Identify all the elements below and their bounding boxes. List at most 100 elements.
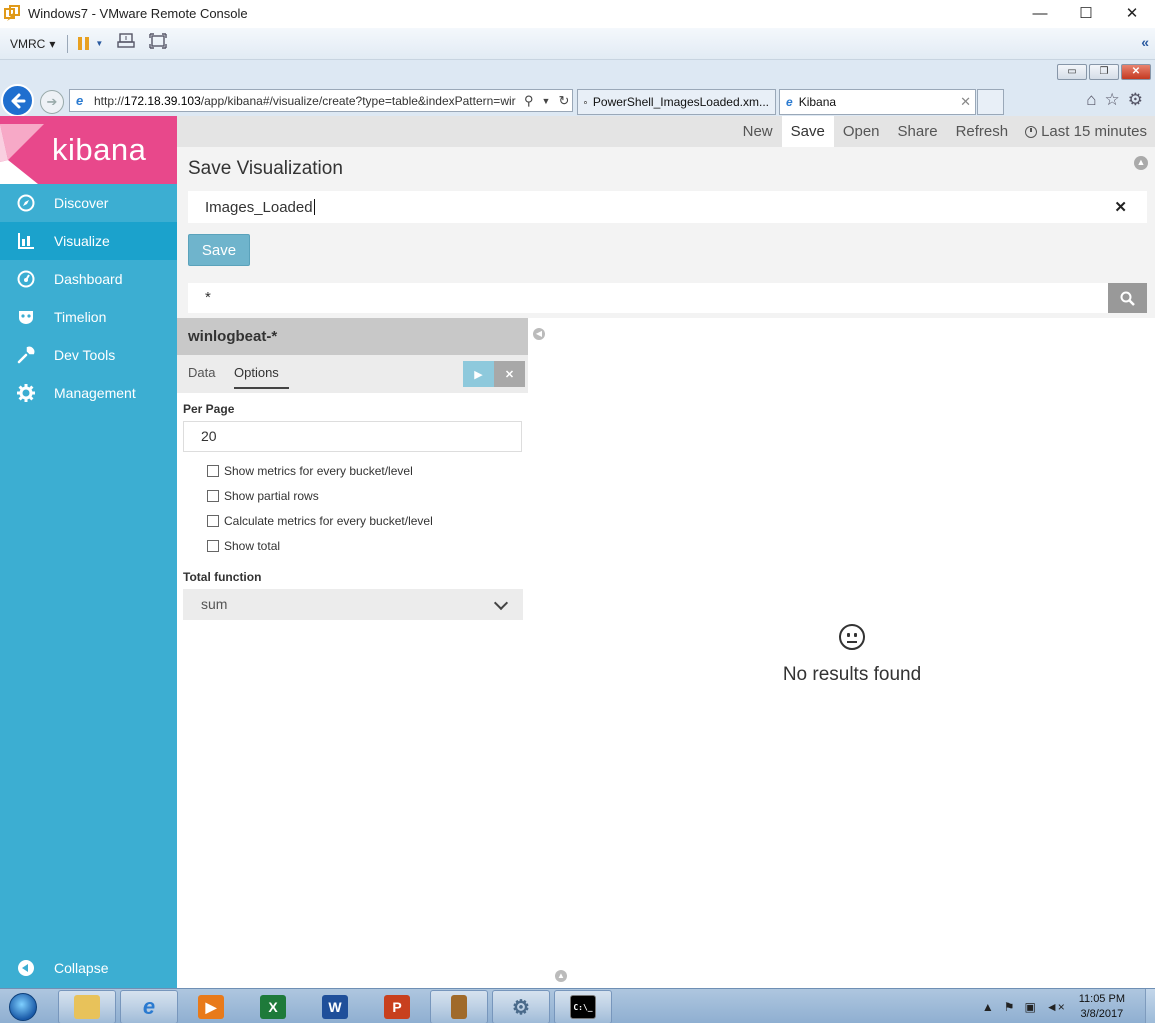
show-partial-rows-checkbox-row[interactable]: Show partial rows	[207, 489, 319, 503]
volume-muted-icon[interactable]: ◄×	[1046, 1000, 1065, 1014]
sidebar-item-visualize[interactable]: Visualize	[0, 222, 177, 260]
taskbar-ie-button[interactable]: e	[120, 990, 178, 1023]
new-tab-button[interactable]	[977, 89, 1004, 115]
action-center-flag-icon[interactable]: ⚑	[1004, 1000, 1015, 1014]
sidebar-item-discover[interactable]: Discover	[0, 184, 177, 222]
kibana-top-nav: New Save Open Share Refresh Last 15 minu…	[177, 116, 1155, 147]
network-icon[interactable]: ▣	[1024, 1000, 1035, 1014]
show-metrics-checkbox-row[interactable]: Show metrics for every bucket/level	[207, 464, 413, 478]
save-nav-button[interactable]: Save	[781, 116, 834, 147]
search-query-input[interactable]: *	[188, 283, 1108, 313]
toolbar-divider	[67, 34, 69, 53]
ie-close-button[interactable]: ✕	[1121, 64, 1151, 80]
checkbox[interactable]	[207, 515, 219, 527]
gears-icon: ⚙	[512, 996, 530, 1019]
save-button[interactable]: Save	[188, 234, 250, 266]
search-submit-button[interactable]	[1108, 283, 1147, 313]
apply-changes-play-icon[interactable]: ▶	[463, 361, 494, 387]
close-tab-icon[interactable]: ✕	[960, 94, 971, 110]
minimize-button[interactable]: —	[1017, 0, 1063, 26]
gear-icon	[16, 383, 36, 403]
checkbox-label: Show total	[224, 539, 281, 553]
vmrc-toolbar: VMRC ▾ ▼ «	[0, 28, 1155, 60]
collapse-editor-chevron-left-icon[interactable]: ◀	[533, 328, 545, 340]
pause-icon[interactable]	[78, 37, 90, 50]
url-text[interactable]: http://172.18.39.103/app/kibana#/visuali…	[94, 94, 518, 108]
refresh-icon[interactable]: ↻	[558, 93, 569, 109]
taskbar-media-player-button[interactable]: ▶	[182, 990, 240, 1023]
fullscreen-icon[interactable]	[149, 33, 167, 54]
checkbox[interactable]	[207, 465, 219, 477]
collapse-sidebar-button[interactable]: Collapse	[0, 956, 108, 980]
sidebar-item-dev-tools[interactable]: Dev Tools	[0, 336, 177, 374]
forward-button[interactable]: ➔	[40, 90, 64, 114]
taskbar-archive-button[interactable]	[430, 990, 488, 1023]
dashboard-gauge-icon	[16, 269, 36, 289]
close-panel-chevron-up-icon[interactable]: ▲	[1134, 156, 1148, 170]
time-picker-button[interactable]: Last 15 minutes	[1017, 123, 1155, 140]
taskbar-explorer-button[interactable]	[58, 990, 116, 1023]
taskbar-excel-button[interactable]: X	[244, 990, 302, 1023]
checkbox[interactable]	[207, 540, 219, 552]
tab-kibana[interactable]: e Kibana ✕	[779, 89, 976, 115]
search-icon[interactable]: ⚲	[524, 93, 534, 109]
time-range-label: Last 15 minutes	[1041, 123, 1147, 140]
windows-taskbar: e ▶ X W P ⚙ C:\_ ▲ ⚑ ▣ ◄× 11:05 PM 3/8/2…	[0, 988, 1155, 1023]
favorites-star-icon[interactable]: ☆	[1105, 90, 1120, 110]
ie-window-controls: ▭ ❐ ✕	[1057, 64, 1151, 80]
sidebar-item-dashboard[interactable]: Dashboard	[0, 260, 177, 298]
sidebar-item-timelion[interactable]: Timelion	[0, 298, 177, 336]
total-function-label: Total function	[183, 570, 262, 584]
ie-minimize-button[interactable]: ▭	[1057, 64, 1087, 80]
system-clock[interactable]: 11:05 PM 3/8/2017	[1079, 992, 1125, 1022]
expand-bottom-chevron-up-icon[interactable]: ▲	[555, 970, 567, 982]
back-button[interactable]	[1, 84, 34, 117]
home-icon[interactable]: ⌂	[1086, 90, 1096, 110]
share-button[interactable]: Share	[889, 116, 947, 147]
vmrc-menu-button[interactable]: VMRC ▾	[10, 37, 55, 51]
start-button[interactable]	[2, 990, 44, 1023]
taskbar-cmd-button[interactable]: C:\_	[554, 990, 612, 1023]
tab-data[interactable]: Data	[188, 365, 215, 389]
sidebar-item-management[interactable]: Management	[0, 374, 177, 412]
visualization-title-input[interactable]: Images_Loaded ✕	[188, 191, 1147, 223]
kibana-logo[interactable]: kibana	[0, 116, 177, 184]
open-button[interactable]: Open	[834, 116, 889, 147]
taskbar-word-button[interactable]: W	[306, 990, 364, 1023]
collapse-library-icon[interactable]: «	[1141, 34, 1149, 50]
kibana-logo-icon	[0, 124, 44, 184]
new-button[interactable]: New	[734, 116, 782, 147]
ie-restore-button[interactable]: ❐	[1089, 64, 1119, 80]
calculate-metrics-checkbox-row[interactable]: Calculate metrics for every bucket/level	[207, 514, 433, 528]
pause-menu-caret-icon[interactable]: ▼	[95, 39, 103, 48]
per-page-label: Per Page	[183, 402, 235, 416]
ie-page-icon: e	[786, 95, 793, 109]
timelion-mask-icon	[16, 307, 36, 327]
clear-input-icon[interactable]: ✕	[1114, 198, 1127, 216]
show-total-checkbox-row[interactable]: Show total	[207, 539, 280, 553]
show-hidden-icons-icon[interactable]: ▲	[982, 1000, 994, 1014]
close-window-button[interactable]: ✕	[1109, 0, 1155, 26]
text-cursor	[313, 199, 315, 215]
total-function-select[interactable]: sum	[183, 589, 523, 620]
address-bar[interactable]: e http://172.18.39.103/app/kibana#/visua…	[69, 89, 573, 112]
show-desktop-button[interactable]	[1145, 989, 1155, 1023]
tab-options[interactable]: Options	[234, 365, 289, 389]
media-player-icon: ▶	[198, 995, 224, 1019]
tab-powershell-imagesloaded[interactable]: PowerShell_ImagesLoaded.xm...	[577, 89, 776, 115]
taskbar-services-button[interactable]: ⚙	[492, 990, 550, 1023]
folder-icon	[74, 995, 100, 1019]
settings-gear-icon[interactable]: ⚙	[1128, 90, 1143, 110]
chevron-down-icon[interactable]: ▼	[542, 93, 551, 109]
taskbar-powerpoint-button[interactable]: P	[368, 990, 426, 1023]
command-prompt-icon: C:\_	[570, 995, 596, 1019]
discard-changes-close-icon[interactable]: ✕	[494, 361, 525, 387]
refresh-button[interactable]: Refresh	[947, 116, 1018, 147]
checkbox-label: Show partial rows	[224, 489, 319, 503]
checkbox[interactable]	[207, 490, 219, 502]
clock-time: 11:05 PM	[1078, 992, 1125, 1005]
per-page-input[interactable]: 20	[183, 421, 522, 452]
send-ctrl-alt-del-icon[interactable]	[117, 33, 135, 54]
sidebar-item-label: Visualize	[54, 233, 110, 249]
maximize-button[interactable]: ☐	[1063, 0, 1109, 26]
